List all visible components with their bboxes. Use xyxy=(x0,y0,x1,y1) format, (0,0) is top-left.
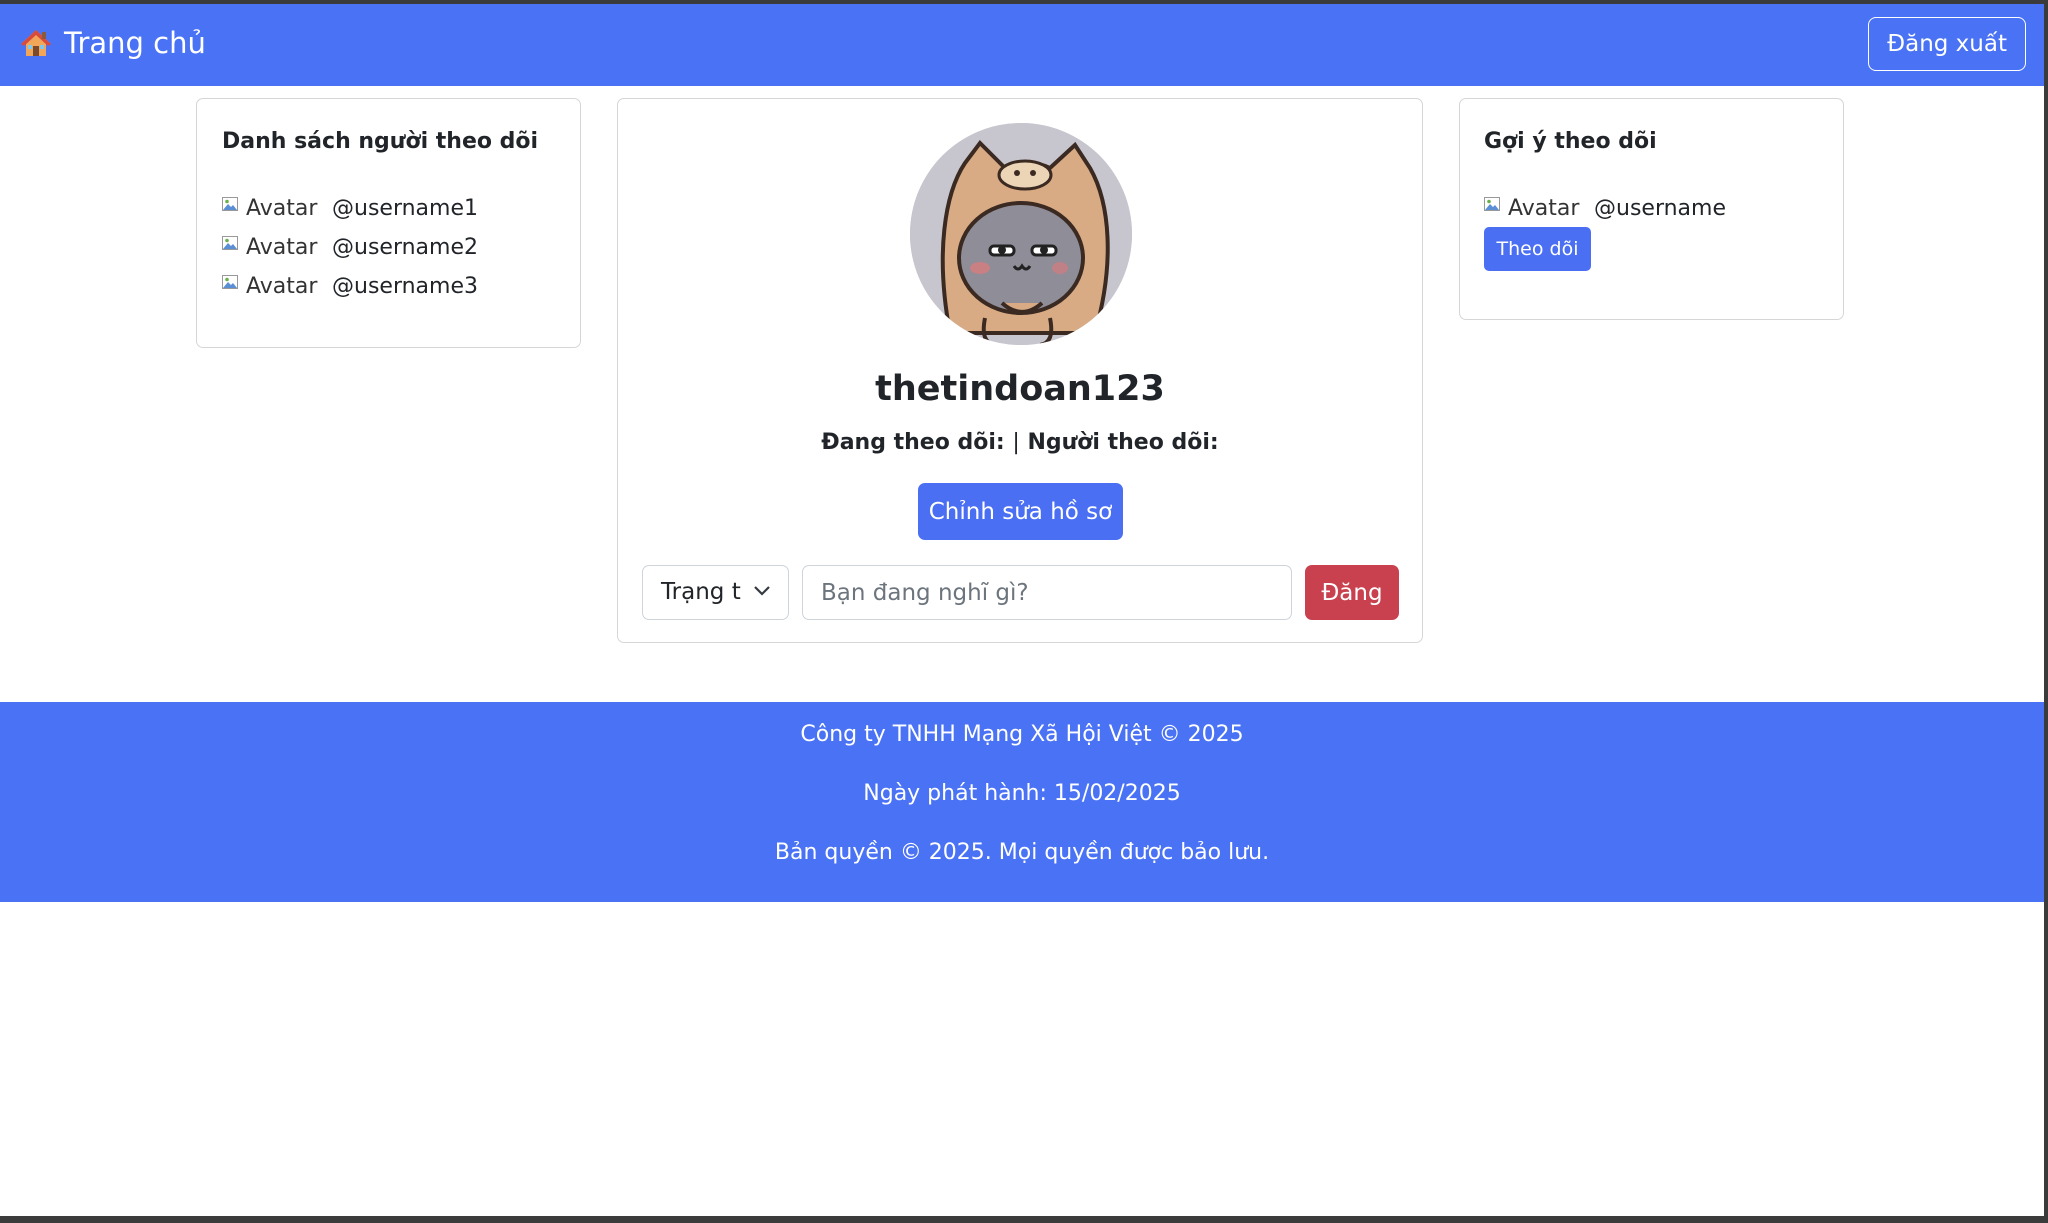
brand-label: Trang chủ xyxy=(64,26,206,60)
list-item[interactable]: Avatar @username3 xyxy=(222,267,478,306)
post-button[interactable]: Đăng xyxy=(1305,565,1399,620)
followers-count-label: Người theo dõi: xyxy=(1027,430,1219,455)
followers-card: Danh sách người theo dõi Avatar @usernam… xyxy=(196,98,581,348)
profile-avatar[interactable] xyxy=(910,123,1132,345)
post-composer: Trạng t Đăng xyxy=(642,565,1402,622)
status-select[interactable]: Trạng t xyxy=(642,565,789,620)
list-item[interactable]: Avatar @username1 xyxy=(222,189,478,228)
profile-username: thetindoan123 xyxy=(875,369,1165,409)
logout-button[interactable]: Đăng xuất xyxy=(1868,17,2026,71)
avatar: Avatar xyxy=(222,195,317,223)
suggestions-title: Gợi ý theo dõi xyxy=(1484,129,1657,154)
follow-button[interactable]: Theo dõi xyxy=(1484,227,1591,271)
list-item[interactable]: Avatar @username2 xyxy=(222,228,478,267)
broken-image-icon xyxy=(222,196,238,211)
footer-release-date: Ngày phát hành: 15/02/2025 xyxy=(863,781,1181,806)
suggestion-handle[interactable]: @username xyxy=(1594,196,1726,221)
footer-company: Công ty TNHH Mạng Xã Hội Việt © 2025 xyxy=(800,722,1244,747)
suggestions-card: Gợi ý theo dõi Avatar @username Theo dõi xyxy=(1459,98,1844,320)
top-navbar: Trang chủ Đăng xuất xyxy=(0,4,2044,86)
home-link[interactable]: Trang chủ xyxy=(20,26,206,60)
followers-list: Avatar @username1 Avatar @username2 Avat… xyxy=(222,189,478,306)
post-input[interactable] xyxy=(802,565,1292,620)
stats-separator: | xyxy=(1012,430,1020,455)
broken-image-icon xyxy=(222,274,238,289)
follower-handle[interactable]: @username3 xyxy=(332,274,478,299)
follow-stats: Đang theo dõi: | Người theo dõi: xyxy=(618,430,1422,455)
follower-handle[interactable]: @username1 xyxy=(332,196,478,221)
list-item[interactable]: Avatar @username xyxy=(1484,189,1726,228)
footer: Công ty TNHH Mạng Xã Hội Việt © 2025 Ngà… xyxy=(0,702,2044,902)
avatar: Avatar xyxy=(222,273,317,301)
edit-profile-button[interactable]: Chỉnh sửa hồ sơ xyxy=(918,483,1123,540)
follower-handle[interactable]: @username2 xyxy=(332,235,478,260)
avatar: Avatar xyxy=(222,234,317,262)
chevron-down-icon xyxy=(754,586,770,596)
avatar: Avatar xyxy=(1484,195,1579,223)
broken-image-icon xyxy=(1484,196,1500,211)
house-icon xyxy=(21,30,51,56)
browser-viewport: Trang chủ Đăng xuất Danh sách người theo… xyxy=(0,4,2044,1216)
cat-avatar-image xyxy=(910,123,1132,345)
broken-image-icon xyxy=(222,235,238,250)
footer-copyright: Bản quyền © 2025. Mọi quyền được bảo lưu… xyxy=(774,840,1270,865)
following-label: Đang theo dõi: xyxy=(821,430,1005,455)
status-select-value: Trạng t xyxy=(661,579,741,605)
followers-title: Danh sách người theo dõi xyxy=(222,129,539,154)
profile-card: thetindoan123 Đang theo dõi: | Người the… xyxy=(617,98,1423,643)
